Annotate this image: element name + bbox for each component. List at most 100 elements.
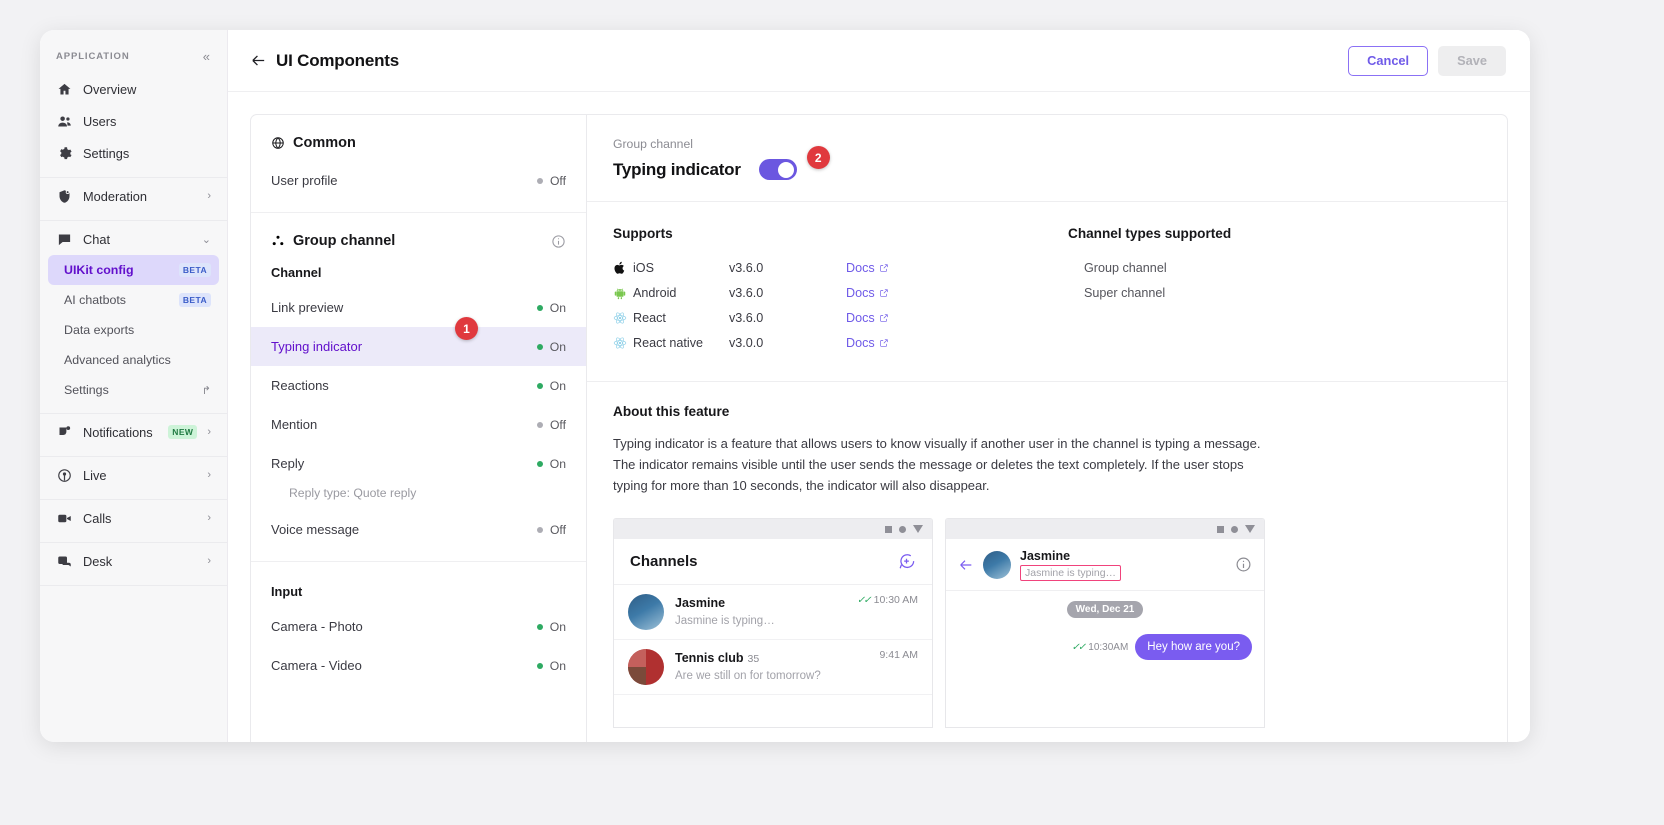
message-time: ✓✓ 10:30AM [1072,642,1129,653]
page-header: UI Components Cancel Save [228,30,1530,92]
square-icon [885,525,892,533]
react-icon [613,311,633,325]
sidebar-item-chat-settings[interactable]: Settings ↱ [48,375,219,405]
chevron-double-left-icon[interactable]: « [200,48,213,65]
sidebar-item-label: AI chatbots [64,293,126,307]
section-title-common: Common [251,131,586,161]
date-chip: Wed, Dec 21 [1066,601,1144,619]
preview-chat-body: Wed, Dec 21 ✓✓ 10:30AM Hey how are you? [946,591,1264,670]
list-item-link-preview[interactable]: Link preview On [251,288,586,327]
home-icon [56,81,73,98]
sidebar-item-label: Users [83,113,117,129]
arrow-left-icon[interactable] [246,49,270,73]
sidebar-item-calls[interactable]: Calls › [48,502,219,534]
status-label: On [549,619,566,634]
list-item-camera-video[interactable]: Camera - Video On [251,646,586,685]
save-button[interactable]: Save [1438,45,1506,76]
list-item-voice-message[interactable]: Voice message Off [251,510,586,549]
preview-message-row: ✓✓ 10:30AM Hey how are you? [958,634,1252,661]
support-row-ios: iOS v3.6.0 Docs [613,255,1068,280]
sidebar-item-users[interactable]: Users [48,105,219,137]
sidebar-item-advanced-analytics[interactable]: Advanced analytics [48,345,219,375]
list-item-typing-indicator[interactable]: Typing indicator 1 On [251,317,586,366]
sidebar-item-label: Calls [83,510,112,526]
info-icon[interactable] [551,234,566,249]
triangle-icon [913,525,923,534]
list-item-user-profile[interactable]: User profile Off [251,161,586,200]
docs-link-android[interactable]: Docs [846,286,889,300]
step-badge-2: 2 [806,146,830,169]
preview-channels-header: Channels [614,539,932,586]
breadcrumb: Group channel [613,137,693,151]
preview-channel-snippet: Jasmine is typing… [675,615,775,628]
external-link-icon: ↱ [201,384,211,397]
list-item-reactions[interactable]: Reactions On [251,366,586,405]
toggle-knob [778,161,795,178]
chevron-right-icon: › [207,555,211,567]
typing-indicator-toggle[interactable] [758,159,797,180]
panels: Common User profile Off Group channel Ch… [250,114,1508,742]
circle-icon [899,525,906,533]
sidebar-item-live[interactable]: Live › [48,459,219,491]
sidebar-item-label: UIKit config [64,263,134,277]
arrow-left-icon[interactable] [958,557,974,573]
name-label: Tennis club [675,651,744,666]
sidebar-item-desk[interactable]: Desk › [48,545,219,577]
new-chat-icon[interactable] [897,552,916,571]
info-circle-icon[interactable] [1235,556,1252,573]
row-label: Typing indicator [271,339,363,354]
list-item-mention[interactable]: Mention Off [251,405,586,444]
typing-indicator-highlight: Jasmine is typing… [1020,564,1122,581]
status-dot [536,343,543,350]
shield-icon [56,188,73,205]
supports-title: Supports [613,226,673,241]
chevron-right-icon: › [207,469,211,481]
react-icon [613,336,633,350]
double-check-icon: ✓✓ [856,594,872,606]
android-icon [613,286,633,300]
docs-label: Docs [846,285,875,300]
docs-link-ios[interactable]: Docs [846,261,889,275]
platform-version: v3.0.0 [729,335,764,350]
docs-link-react[interactable]: Docs [846,311,889,325]
sidebar-item-chat[interactable]: Chat ⌄ [48,223,219,255]
docs-link-react-native[interactable]: Docs [846,336,889,350]
sidebar-item-ai-chatbots[interactable]: AI chatbots BETA [48,285,219,315]
preview-channel-row[interactable]: Tennis club 35 Are we still on for tomorr… [614,640,932,696]
channel-types-column: Channel types supported Group channel Su… [1068,226,1481,355]
subsection-input-header: Input [271,584,303,599]
sidebar-item-settings[interactable]: Settings [48,137,219,169]
docs-label: Docs [846,260,875,275]
double-check-icon: ✓✓ [1071,641,1087,653]
list-item-camera-photo[interactable]: Camera - Photo On [251,607,586,646]
docs-label: Docs [846,335,875,350]
supports-section: Supports iOS v3.6.0 Docs Android v3.6.0 … [587,202,1507,382]
row-label: User profile [271,173,338,188]
nav-primary: Overview Users Settings [40,71,227,177]
sidebar-item-moderation[interactable]: Moderation › [48,180,219,212]
detail-title: Typing indicator [613,159,741,179]
nav-live: Live › [40,457,227,499]
sidebar-item-data-exports[interactable]: Data exports [48,315,219,345]
sidebar-item-label: Settings [83,145,130,161]
list-item-reply[interactable]: Reply On [251,444,586,483]
preview-channel-row[interactable]: Jasmine Jasmine is typing… ✓✓ 10:30 AM [614,585,932,641]
platform-name: Android [633,285,677,300]
chevron-right-icon: › [207,512,211,524]
triangle-icon [1245,525,1255,534]
reply-type-note: Reply type: Quote reply [289,486,417,500]
external-link-icon [880,313,888,322]
channel-types-title: Channel types supported [1068,226,1232,241]
preview-chat-header: Jasmine Jasmine is typing… [946,539,1264,592]
sidebar-item-label: Settings [64,383,109,397]
platform-version: v3.6.0 [729,310,764,325]
sidebar-item-overview[interactable]: Overview [48,73,219,105]
sidebar-item-notifications[interactable]: Notifications NEW › [48,416,219,448]
preview-channel-name: Jasmine [675,596,726,611]
broadcast-icon [56,467,73,484]
preview-chat-identity: Jasmine Jasmine is typing… [1020,549,1226,581]
sidebar-item-uikit-config[interactable]: UIKit config BETA [48,255,219,285]
cancel-button[interactable]: Cancel [1348,45,1429,76]
preview-statusbar [614,519,932,540]
time-label: 10:30AM [1088,641,1129,653]
